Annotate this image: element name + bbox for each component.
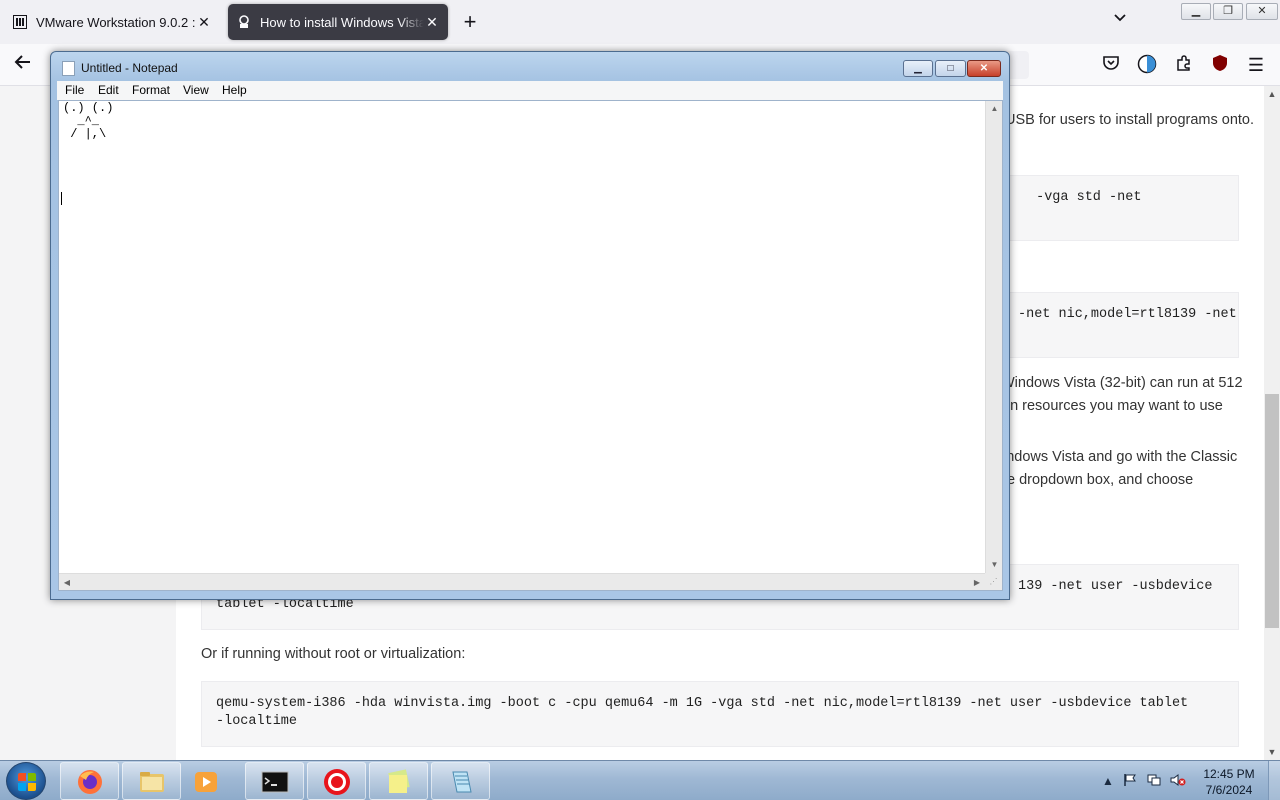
taskbar-notepad[interactable]: [431, 762, 490, 800]
start-button[interactable]: [6, 762, 46, 800]
vmware-icon: [12, 14, 28, 30]
scroll-down-arrow-icon[interactable]: ▼: [1264, 744, 1280, 760]
code-block: qemu-system-i386 -hda winvista.img -boot…: [201, 681, 1239, 747]
tab-title: How to install Windows Vista in QEMU: [260, 14, 424, 30]
scroll-left-arrow-icon[interactable]: ◀: [59, 574, 75, 591]
notepad-icon: [62, 61, 75, 76]
notepad-window: Untitled - Notepad ▁ □ ✕ File Edit Forma…: [50, 51, 1010, 600]
menu-help[interactable]: Help: [222, 83, 247, 97]
volume-muted-icon[interactable]: [1170, 773, 1186, 789]
taskbar-sticky-notes[interactable]: [369, 762, 428, 800]
ublock-origin-icon[interactable]: [1209, 54, 1231, 76]
notepad-horizontal-scrollbar[interactable]: ◀ ▶: [59, 573, 985, 590]
list-all-tabs-chevron-down-icon[interactable]: [1108, 10, 1132, 34]
notepad-title-bar[interactable]: Untitled - Notepad ▁ □ ✕: [51, 52, 1009, 82]
extensions-puzzle-icon[interactable]: [1173, 54, 1195, 76]
sticky-notes-icon: [388, 769, 410, 793]
minimize-button[interactable]: ▁: [903, 60, 933, 77]
page-scrollbar[interactable]: ▲ ▼: [1264, 86, 1280, 760]
scrollbar-thumb[interactable]: [1265, 394, 1279, 628]
menu-view[interactable]: View: [183, 83, 209, 97]
taskbar-file-explorer[interactable]: [122, 762, 181, 800]
code-text: qemu-system-i386 -hda winvista.img -boot…: [216, 696, 1189, 711]
window-title: Untitled - Notepad: [81, 61, 178, 75]
browser-minimize-button[interactable]: ▁: [1181, 3, 1211, 20]
taskbar-command-prompt[interactable]: [245, 762, 304, 800]
close-button[interactable]: ✕: [967, 60, 1001, 77]
scroll-up-arrow-icon[interactable]: ▲: [1264, 86, 1280, 102]
code-text: 139 -net user -usbdevice: [1018, 579, 1213, 594]
hamburger-menu-icon[interactable]: ☰: [1245, 54, 1267, 76]
account-icon[interactable]: [1136, 54, 1158, 76]
code-text: -vga std -net: [1028, 190, 1142, 205]
text-caret: [61, 192, 62, 205]
taskbar-media-player[interactable]: [184, 762, 226, 800]
taskbar-firefox[interactable]: [60, 762, 119, 800]
paragraph-classic-line1: indows Vista and go with the Classic: [1003, 449, 1238, 465]
paragraph-classic-line2: e dropdown box, and choose: [1007, 472, 1194, 488]
action-center-flag-icon[interactable]: [1122, 773, 1138, 789]
show-desktop-button[interactable]: [1268, 761, 1280, 800]
notepad-menu-bar: File Edit Format View Help: [57, 81, 1003, 100]
close-tab-icon[interactable]: ✕: [424, 14, 440, 31]
clock-date[interactable]: 7/6/2024: [1196, 783, 1262, 797]
scroll-down-arrow-icon[interactable]: ▼: [986, 557, 1003, 573]
menu-edit[interactable]: Edit: [98, 83, 119, 97]
code-text: -localtime: [216, 714, 298, 729]
tab-vmware-workstation[interactable]: VMware Workstation 9.0.2 : VMware ✕: [4, 4, 220, 40]
network-icon[interactable]: [1146, 773, 1162, 789]
paragraph-no-root: Or if running without root or virtualiza…: [201, 646, 466, 662]
windows-taskbar: ▲ 12:45 PM 7/6/2024: [0, 760, 1280, 800]
taskbar-screen-recorder[interactable]: [307, 762, 366, 800]
back-arrow-icon[interactable]: [10, 53, 36, 77]
close-tab-icon[interactable]: ✕: [196, 14, 212, 31]
tab-title: VMware Workstation 9.0.2 : VMware: [36, 14, 196, 30]
clock-time[interactable]: 12:45 PM: [1196, 767, 1262, 781]
windows-logo-icon: [18, 773, 36, 791]
folder-icon: [140, 772, 164, 792]
notepad-text: (.) (.) _^_ / |,\: [63, 101, 114, 141]
notepad-app-icon: [452, 771, 472, 793]
browser-close-button[interactable]: ✕: [1246, 3, 1278, 20]
command-prompt-icon: [261, 771, 289, 793]
menu-format[interactable]: Format: [132, 83, 170, 97]
paragraph-ram-line1: Windows Vista (32-bit) can run at 512: [1001, 375, 1243, 391]
scroll-right-arrow-icon[interactable]: ▶: [969, 574, 985, 591]
browser-tab-strip: VMware Workstation 9.0.2 : VMware ✕ How …: [0, 0, 1280, 44]
new-tab-button[interactable]: +: [458, 8, 482, 36]
paragraph-ram-line2: on resources you may want to use: [1002, 398, 1223, 414]
tab-install-windows-vista[interactable]: How to install Windows Vista in QEMU ✕: [228, 4, 448, 40]
media-player-icon: [195, 772, 217, 792]
resize-grip-icon[interactable]: ⋰: [985, 573, 1002, 590]
site-favicon-icon: [236, 14, 252, 30]
record-icon: [324, 769, 350, 795]
notepad-vertical-scrollbar[interactable]: ▲ ▼: [985, 101, 1002, 573]
maximize-button[interactable]: □: [935, 60, 966, 77]
notepad-text-area[interactable]: (.) (.) _^_ / |,\ ▲ ▼ ◀ ▶ ⋰: [58, 100, 1003, 591]
paragraph-usb: USB for users to install programs onto.: [1005, 112, 1255, 128]
scroll-up-arrow-icon[interactable]: ▲: [986, 101, 1003, 117]
code-text: -net nic,model=rtl8139 -net: [1018, 307, 1237, 322]
show-hidden-icons-chevron-up-icon[interactable]: ▲: [1100, 773, 1116, 789]
menu-file[interactable]: File: [65, 83, 84, 97]
pocket-icon[interactable]: [1100, 54, 1122, 76]
firefox-icon: [78, 770, 102, 794]
browser-restore-button[interactable]: ❐: [1213, 3, 1243, 20]
